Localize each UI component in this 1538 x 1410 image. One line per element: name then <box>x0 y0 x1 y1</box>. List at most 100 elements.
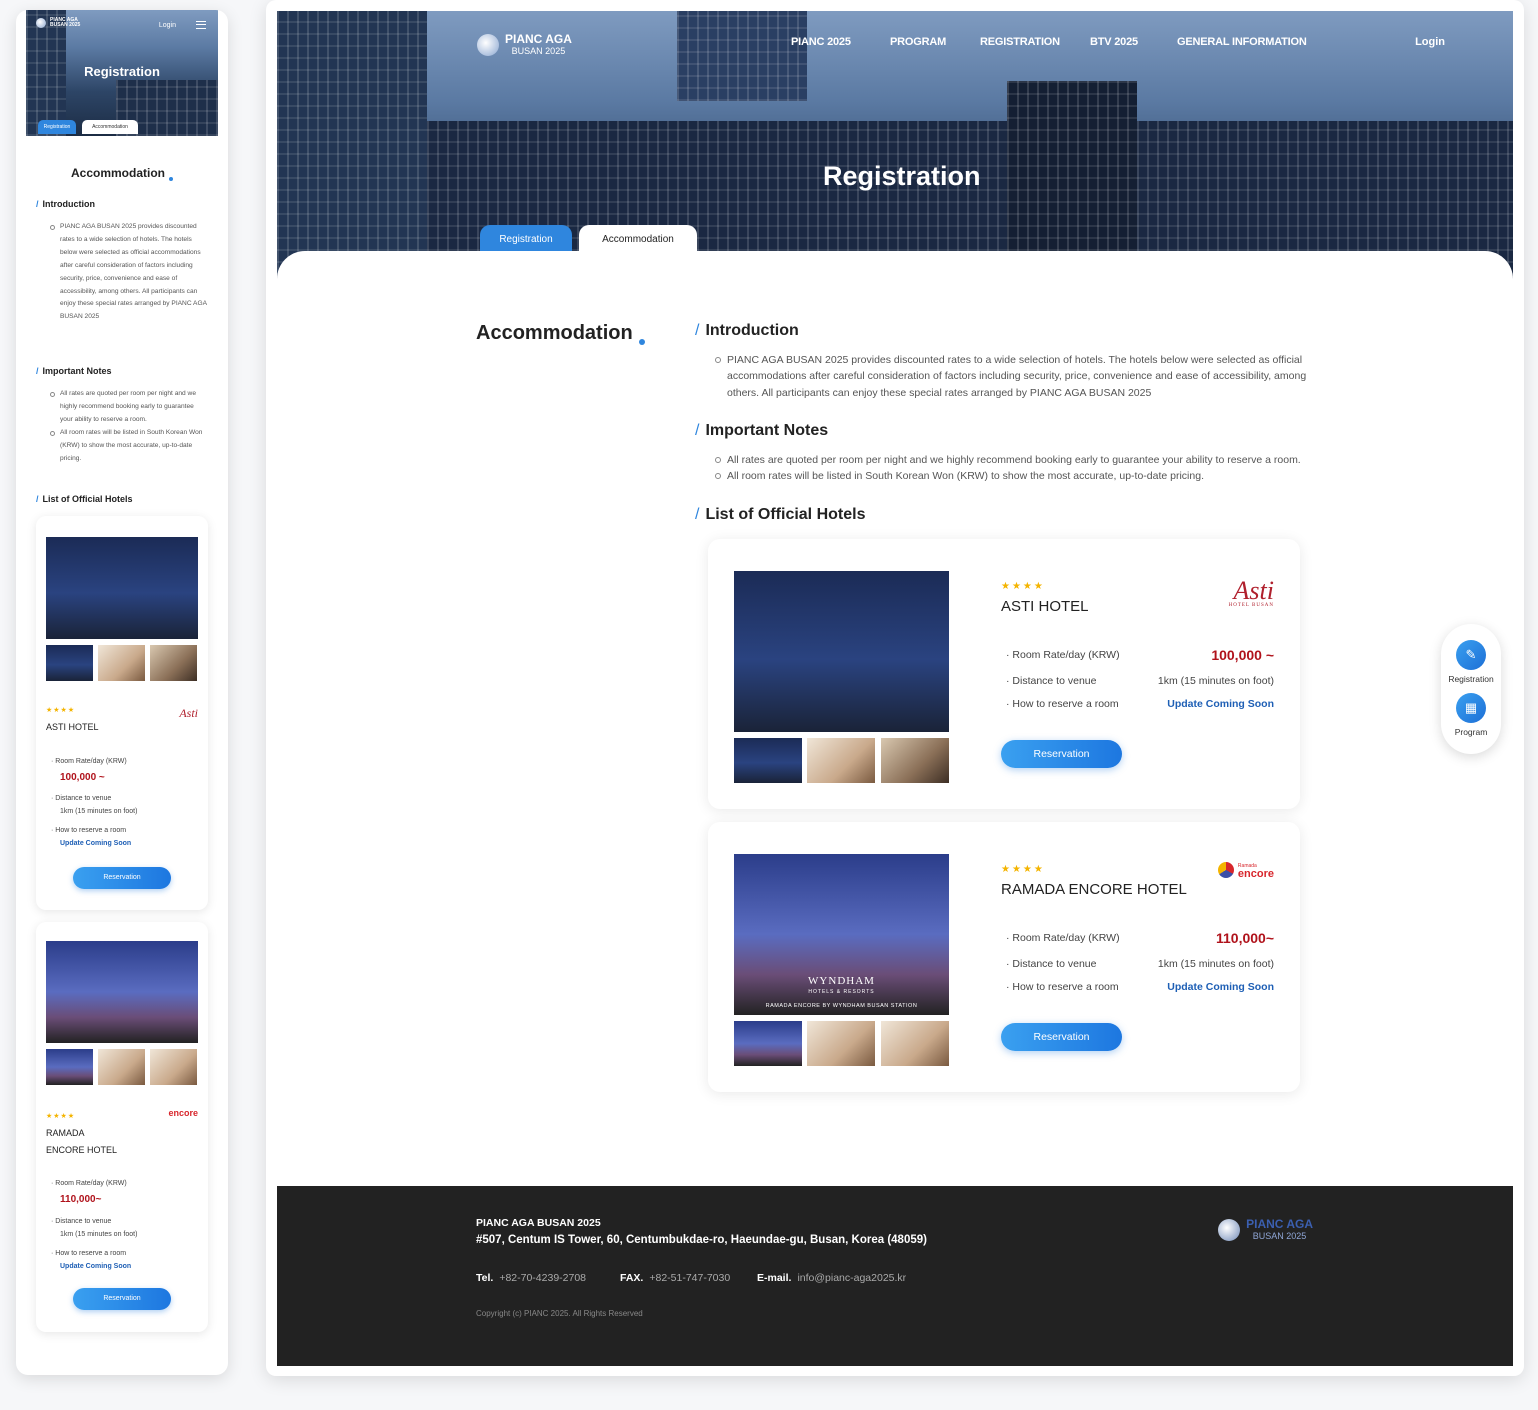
star-rating: ★★★★ <box>1001 581 1045 592</box>
footer-address: #507, Centum IS Tower, 60, Centumbukdae-… <box>476 1234 927 1246</box>
hotel-name-line2: ENCORE HOTEL <box>46 1145 118 1155</box>
hotel-image[interactable] <box>46 537 198 639</box>
room-rate: 110,000~ <box>60 1194 102 1205</box>
hotel-thumbnail[interactable] <box>98 645 145 681</box>
hotel-thumbnail[interactable] <box>881 1021 949 1066</box>
room-rate: 100,000 ~ <box>60 772 105 783</box>
hamburger-menu-icon[interactable] <box>196 21 206 29</box>
hotel-image[interactable] <box>46 941 198 1043</box>
footer-org: PIANC AGA BUSAN 2025 <box>476 1217 601 1229</box>
mobile-section-introduction: / Introduction <box>36 199 96 209</box>
edit-icon[interactable]: ✎ <box>1456 640 1486 670</box>
hotel-thumbnail[interactable] <box>734 1021 802 1066</box>
rate-label: · Room Rate/day (KRW) <box>1006 649 1120 661</box>
nav-pianc-2025[interactable]: PIANC 2025 <box>791 36 851 48</box>
mobile-hero: PIANC AGA BUSAN 2025 Login Registration … <box>26 10 218 136</box>
footer-logo[interactable]: PIANC AGA BUSAN 2025 <box>1218 1218 1313 1241</box>
reserve-label: · How to reserve a room <box>51 827 127 834</box>
hotel-name: ASTI HOTEL <box>1001 598 1089 615</box>
hotel-thumbnail[interactable] <box>46 645 93 681</box>
accent-dot <box>169 177 173 181</box>
calendar-icon[interactable]: ▦ <box>1456 693 1486 723</box>
mobile-page-heading: Accommodation <box>16 166 228 181</box>
distance-value: 1km (15 minutes on foot) <box>60 1231 138 1238</box>
list-item: PIANC AGA BUSAN 2025 provides discounted… <box>715 352 1315 401</box>
reserve-label: · How to reserve a room <box>51 1250 127 1257</box>
login-link[interactable]: Login <box>1415 36 1445 48</box>
mobile-tab-registration[interactable]: Registration <box>38 120 76 134</box>
asti-logo: Asti HOTEL BUSAN <box>1228 576 1274 609</box>
hotel-thumbnail[interactable] <box>150 645 197 681</box>
mobile-section-notes: / Important Notes <box>36 366 112 376</box>
hotel-main-image[interactable]: WYNDHAM HOTELS & RESORTS RAMADA ENCORE B… <box>734 854 949 1015</box>
slash-icon: / <box>695 322 700 339</box>
reserve-label: · How to reserve a room <box>1006 981 1119 993</box>
quick-program-label[interactable]: Program <box>1441 727 1501 737</box>
reservation-button[interactable]: Reservation <box>1001 1023 1122 1051</box>
mobile-section-hotels: / List of Official Hotels <box>36 494 133 504</box>
rate-label: · Room Rate/day (KRW) <box>1006 932 1120 944</box>
hotel-thumbnail[interactable] <box>98 1049 145 1085</box>
site-logo[interactable]: PIANC AGA BUSAN 2025 <box>477 33 572 56</box>
nav-registration[interactable]: REGISTRATION <box>980 36 1060 48</box>
hotel-thumbnail[interactable] <box>734 738 802 783</box>
hotel-thumbnail[interactable] <box>807 1021 875 1066</box>
star-rating: ★★★★ <box>1001 864 1045 875</box>
hotel-name: RAMADA ENCORE HOTEL <box>1001 881 1187 898</box>
mobile-login-link[interactable]: Login <box>159 22 176 29</box>
mobile-intro-list: PIANC AGA BUSAN 2025 provides discounted… <box>50 221 208 324</box>
rate-label: · Room Rate/day (KRW) <box>51 758 127 765</box>
reserve-info-link[interactable]: Update Coming Soon <box>60 1263 131 1270</box>
nav-btv-2025[interactable]: BTV 2025 <box>1090 36 1138 48</box>
mobile-notes-list: All rates are quoted per room per night … <box>50 388 208 465</box>
hotel-name: ASTI HOTEL <box>46 722 99 732</box>
mobile-preview: PIANC AGA BUSAN 2025 Login Registration … <box>16 10 228 1375</box>
reservation-button[interactable]: Reservation <box>1001 740 1122 768</box>
slash-icon: / <box>695 506 700 523</box>
section-important-notes: / Important Notes <box>695 422 829 439</box>
quick-menu: ✎ Registration ▦ Program <box>1441 624 1501 754</box>
hotel-main-image[interactable] <box>734 571 949 732</box>
main-content: Accommodation / Introduction PIANC AGA BU… <box>277 251 1513 1186</box>
nav-program[interactable]: PROGRAM <box>890 36 946 48</box>
hero-title: Registration <box>823 161 981 191</box>
slash-icon: / <box>36 366 39 376</box>
footer-fax: FAX. +82-51-747-7030 <box>620 1272 731 1284</box>
encore-logo-icon <box>1217 862 1234 878</box>
distance-value: 1km (15 minutes on foot) <box>60 808 138 815</box>
room-rate: 100,000 ~ <box>1211 647 1274 663</box>
list-item: All room rates will be listed in South K… <box>50 427 208 466</box>
mobile-tab-accommodation[interactable]: Accommodation <box>82 120 138 134</box>
slash-icon: / <box>695 422 700 439</box>
distance-label: · Distance to venue <box>1006 958 1097 970</box>
reserve-info-link[interactable]: Update Coming Soon <box>60 840 131 847</box>
nav-general-information[interactable]: GENERAL INFORMATION <box>1177 36 1307 48</box>
mobile-logo[interactable]: PIANC AGA BUSAN 2025 <box>36 18 80 28</box>
hotel-thumbnail[interactable] <box>881 738 949 783</box>
mobile-hotel-card: ★★★★ RAMADA ENCORE HOTEL encore · Room R… <box>36 922 208 1332</box>
distance-label: · Distance to venue <box>51 795 112 802</box>
reservation-button[interactable]: Reservation <box>73 1288 171 1310</box>
list-item: All rates are quoted per room per night … <box>715 452 1335 468</box>
hotel-card-ramada: WYNDHAM HOTELS & RESORTS RAMADA ENCORE B… <box>708 822 1300 1092</box>
page-title: Accommodation <box>476 322 645 345</box>
quick-registration-label[interactable]: Registration <box>1441 674 1501 684</box>
slash-icon: / <box>36 494 39 504</box>
hotel-thumbnail[interactable] <box>150 1049 197 1085</box>
footer-email[interactable]: E-mail. info@pianc-aga2025.kr <box>757 1272 906 1284</box>
hotel-thumbnail[interactable] <box>46 1049 93 1085</box>
distance-value: 1km (15 minutes on foot) <box>1157 675 1274 687</box>
footer-tel: Tel. +82-70-4239-2708 <box>476 1272 587 1284</box>
site-footer: PIANC AGA BUSAN 2025 #507, Centum IS Tow… <box>277 1186 1513 1366</box>
star-rating: ★★★★ <box>46 1113 76 1120</box>
section-official-hotels: / List of Official Hotels <box>695 506 866 523</box>
distance-label: · Distance to venue <box>1006 675 1097 687</box>
hotel-thumbnail[interactable] <box>807 738 875 783</box>
section-introduction: / Introduction <box>695 322 799 339</box>
reserve-info-link[interactable]: Update Coming Soon <box>1167 981 1274 993</box>
reservation-button[interactable]: Reservation <box>73 867 171 889</box>
desktop-preview: PIANC AGA BUSAN 2025 PIANC 2025 PROGRAM … <box>266 0 1524 1376</box>
hotel-card-asti: ★★★★ ASTI HOTEL Asti HOTEL BUSAN · Room R… <box>708 539 1300 809</box>
reserve-info-link[interactable]: Update Coming Soon <box>1167 698 1274 710</box>
mobile-hero-title: Registration <box>84 64 160 79</box>
